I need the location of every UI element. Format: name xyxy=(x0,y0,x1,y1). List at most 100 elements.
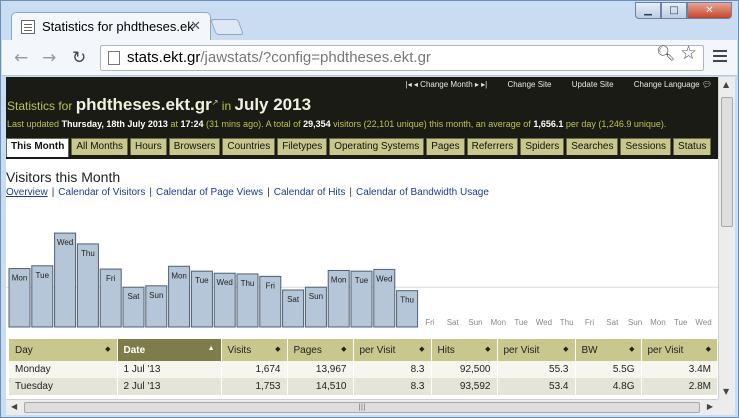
column-bw[interactable]: BW ◆ xyxy=(575,339,642,361)
chart-bar-label: Wed xyxy=(695,318,711,327)
site-heading: Statistics for phdtheses.ekt.gr↗ in July… xyxy=(7,95,312,114)
menu-icon[interactable] xyxy=(713,50,727,52)
change-site-link[interactable]: Change Site xyxy=(507,80,551,89)
column-day[interactable]: Day ◆ xyxy=(9,339,118,361)
tab-searches[interactable]: Searches xyxy=(566,138,619,155)
external-link-icon[interactable]: ↗ xyxy=(212,98,219,107)
window-controls: ▁ □ ✕ xyxy=(635,2,732,19)
horizontal-scroll-thumb[interactable]: ||| xyxy=(24,402,700,413)
table-row: Tuesday 2 Jul '13 1,753 14,510 8.3 93,59… xyxy=(9,378,718,395)
chart-bar-label: Thu xyxy=(560,318,574,327)
vertical-scrollbar[interactable]: ▲ ▼ xyxy=(718,77,735,399)
chart-bar-label: Mon xyxy=(12,274,28,283)
chart-bar-label: Tue xyxy=(514,318,528,327)
browser-tab[interactable]: Statistics for phdtheses.ek ✕ xyxy=(11,12,211,40)
column-hits[interactable]: Hits ◆ xyxy=(431,339,498,361)
subnav-links: Overview | Calendar of Visitors | Calendar o… xyxy=(6,187,489,198)
site-header: |◂ ◂ Change Month ▸ ▸| Change Site Updat… xyxy=(6,77,718,159)
tab-pages[interactable]: Pages xyxy=(426,138,465,155)
tab-referrers[interactable]: Referrers xyxy=(466,138,519,155)
address-bar[interactable]: stats.ekt.gr/jawstats/?config=phdtheses.… xyxy=(100,45,704,71)
site-name[interactable]: phdtheses.ekt.gr xyxy=(76,95,212,114)
table-header-row: Day ◆ Date ▲ Visits ◆ Pages ◆ per Visit ◆ Hit… xyxy=(9,339,718,361)
chart-bar-label: Sat xyxy=(127,292,140,301)
close-tab-icon[interactable]: ✕ xyxy=(190,18,201,34)
scroll-down-icon[interactable]: ▼ xyxy=(723,387,729,396)
scroll-up-icon[interactable]: ▲ xyxy=(723,80,729,89)
page-icon xyxy=(21,20,35,34)
forward-arrow-icon[interactable]: → xyxy=(42,48,56,68)
chart-bar-label: Mon xyxy=(650,318,666,327)
column-visits[interactable]: Visits ◆ xyxy=(221,339,288,361)
tab-sessions[interactable]: Sessions xyxy=(620,138,672,155)
last-updated: Last updated Thursday, 18th July 2013 at… xyxy=(7,119,667,129)
search-icon[interactable]: 🔍︎ xyxy=(656,44,675,62)
chart-bar-label: Fri xyxy=(106,274,116,283)
new-tab-button[interactable] xyxy=(210,19,244,35)
column-date[interactable]: Date ▲ xyxy=(117,339,222,361)
scroll-left-icon[interactable]: ◀ xyxy=(11,402,17,411)
bookmark-star-icon[interactable]: ☆ xyxy=(680,42,697,64)
column-pages[interactable]: Pages ◆ xyxy=(287,339,354,361)
chart-bar-label: Fri xyxy=(266,281,276,290)
tab-this-month[interactable]: This Month xyxy=(6,138,70,157)
chart-bar-label: Fri xyxy=(585,318,595,327)
tab-browsers[interactable]: Browsers xyxy=(168,138,221,155)
tab-countries[interactable]: Countries xyxy=(222,138,276,155)
period: July 2013 xyxy=(234,95,312,114)
chart-bar-label: Wed xyxy=(376,274,392,283)
chart-bar-label: Thu xyxy=(241,279,255,288)
tab-all-months[interactable]: All Months xyxy=(71,138,129,155)
horizontal-scrollbar[interactable]: ◀ ||| ▶ xyxy=(6,399,718,415)
chart-bar-label: Wed xyxy=(536,318,552,327)
column-pages-per-visit[interactable]: per Visit ◆ xyxy=(353,339,432,361)
chart-bar-label: Mon xyxy=(331,275,347,284)
reload-icon[interactable]: ↻ xyxy=(72,48,86,68)
chart-bar-label: Sun xyxy=(149,291,163,300)
tab-spiders[interactable]: Spiders xyxy=(520,138,565,155)
table-row: Monday 1 Jul '13 1,674 13,967 8.3 92,500… xyxy=(9,361,718,378)
top-nav: |◂ ◂ Change Month ▸ ▸| Change Site Updat… xyxy=(388,80,712,89)
change-month-link[interactable]: |◂ ◂ Change Month ▸ ▸| xyxy=(406,80,488,89)
chart-bar-label: Wed xyxy=(57,238,73,247)
calendar-bandwidth-link[interactable]: Calendar of Bandwidth Usage xyxy=(356,187,489,198)
scroll-right-icon[interactable]: ▶ xyxy=(707,402,713,411)
chart-bar-label: Tue xyxy=(36,271,50,280)
vertical-scroll-thumb[interactable] xyxy=(721,97,733,227)
stats-tabs: This Month All Months Hours Browsers Cou… xyxy=(6,138,713,157)
chart-bar-label: Sun xyxy=(468,318,482,327)
chart-bar-label: Sun xyxy=(309,292,323,301)
calendar-hits-link[interactable]: Calendar of Hits xyxy=(274,187,346,198)
url-host: stats.ekt.gr xyxy=(127,49,201,66)
calendar-page-views-link[interactable]: Calendar of Page Views xyxy=(156,187,263,198)
chart-bar[interactable] xyxy=(54,232,77,328)
overview-link[interactable]: Overview xyxy=(6,187,48,198)
back-arrow-icon[interactable]: ← xyxy=(14,48,28,68)
close-window-button[interactable]: ✕ xyxy=(687,2,732,19)
chart-bar-label: Mon xyxy=(171,271,187,280)
column-bw-per-visit[interactable]: per Visit ◆ xyxy=(641,339,718,361)
chart-bar-label: Fri xyxy=(425,318,435,327)
chart-bar-label: Tue xyxy=(195,276,209,285)
chart-bar-label: Tue xyxy=(674,318,688,327)
scrollbar-corner xyxy=(718,399,735,415)
column-hits-per-visit[interactable]: per Visit ◆ xyxy=(497,339,576,361)
title-bar: Statistics for phdtheses.ek ✕ ▁ □ ✕ xyxy=(1,1,738,40)
page-title: Visitors this Month xyxy=(6,169,121,185)
chart-bar-label: Thu xyxy=(81,249,95,258)
chart-bar-label: Sat xyxy=(287,295,300,304)
tab-filetypes[interactable]: Filetypes xyxy=(277,138,328,155)
tab-status[interactable]: Status xyxy=(673,138,712,155)
update-site-link[interactable]: Update Site xyxy=(572,80,614,89)
page-info-icon[interactable] xyxy=(108,51,120,65)
maximize-button[interactable]: □ xyxy=(661,2,687,19)
daily-stats-table: Day ◆ Date ▲ Visits ◆ Pages ◆ per Visit ◆ Hit… xyxy=(9,339,718,395)
change-language-link[interactable]: Change Language 💬︎ xyxy=(634,80,712,89)
visitors-chart: Mon Tue Wed Thu Fri Sat Sun Mon Tue Wed Thu Fri Sat S… xyxy=(6,232,718,328)
minimize-button[interactable]: ▁ xyxy=(635,2,661,19)
tab-hours[interactable]: Hours xyxy=(130,138,167,155)
chart-bar-label: Sat xyxy=(447,318,460,327)
page-viewport: |◂ ◂ Change Month ▸ ▸| Change Site Updat… xyxy=(6,77,718,399)
calendar-visitors-link[interactable]: Calendar of Visitors xyxy=(58,187,145,198)
tab-operating-systems[interactable]: Operating Systems xyxy=(329,138,425,155)
